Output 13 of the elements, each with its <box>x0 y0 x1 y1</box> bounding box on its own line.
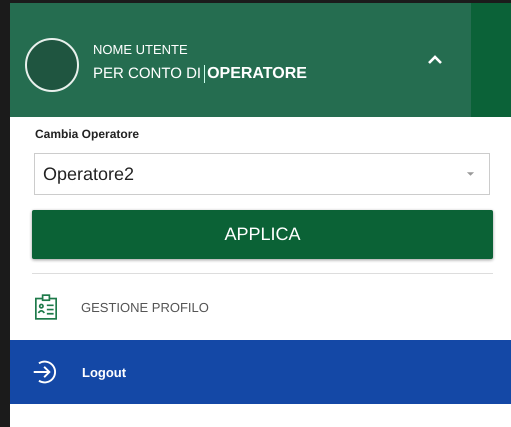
id-badge-icon <box>35 294 57 320</box>
on-behalf-label: PER CONTO DI <box>93 64 202 82</box>
field-label: Cambia Operatore <box>35 127 140 141</box>
operator-name: OPERATORE <box>204 64 307 82</box>
profile-menu-item[interactable]: GESTIONE PROFILO <box>10 274 505 340</box>
user-name: NOME UTENTE <box>93 42 189 56</box>
chevron-icon[interactable] <box>427 55 443 65</box>
apply-button[interactable]: APPLICA <box>32 210 493 259</box>
operator-select[interactable]: Operatore2 <box>34 153 490 195</box>
logout-icon <box>32 359 58 385</box>
dropdown-caret-icon <box>466 171 475 177</box>
avatar <box>25 38 79 92</box>
logout-menu-item[interactable]: Logout <box>10 340 511 404</box>
